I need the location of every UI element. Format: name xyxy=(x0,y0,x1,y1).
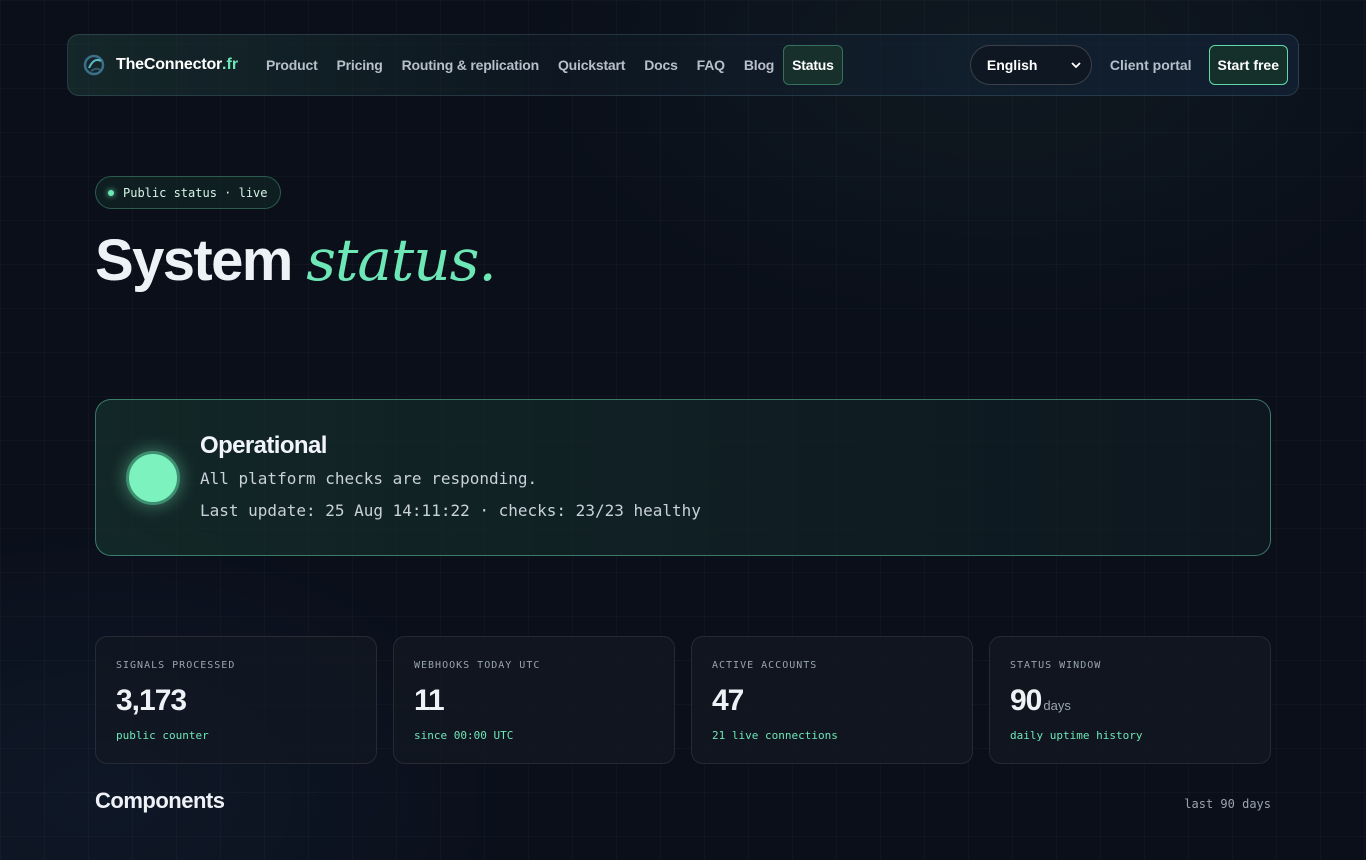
stat-card-signals: SIGNALS PROCESSED 3,173 public counter xyxy=(95,636,377,764)
stat-value: 47 xyxy=(712,684,744,718)
chevron-down-icon xyxy=(1071,62,1081,69)
stat-value: 11 xyxy=(414,684,445,718)
components-heading: Components xyxy=(95,788,225,813)
components-range: last 90 days xyxy=(1184,797,1271,811)
nav-item-pricing[interactable]: Pricing xyxy=(337,57,383,73)
nav-item-quickstart[interactable]: Quickstart xyxy=(558,57,625,73)
stat-note: public counter xyxy=(116,729,209,742)
client-portal-link[interactable]: Client portal xyxy=(1110,57,1192,73)
page-title: System status. xyxy=(95,226,497,294)
stat-unit: days xyxy=(1043,698,1071,713)
stat-number: 47 xyxy=(712,684,744,717)
stat-number: 3,173 xyxy=(116,684,187,717)
stat-card-window: STATUS WINDOW 90 days daily uptime histor… xyxy=(989,636,1271,764)
nav-item-routing-replication[interactable]: Routing & replication xyxy=(402,57,540,73)
language-select[interactable]: English xyxy=(969,45,1092,85)
nav-actions: English Client portal Start free xyxy=(969,45,1288,85)
stat-label: STATUS WINDOW xyxy=(1010,660,1102,671)
stat-number: 11 xyxy=(414,684,445,717)
status-title: Operational xyxy=(200,432,327,459)
status-indicator-icon xyxy=(126,451,180,505)
nav-item-faq[interactable]: FAQ xyxy=(697,57,725,73)
status-description: All platform checks are responding. xyxy=(200,469,538,488)
top-navigation: TheConnector .fr Product Pricing Routing … xyxy=(67,34,1299,96)
stat-note: since 00:00 UTC xyxy=(414,729,514,742)
status-last-update: Last update: 25 Aug 14:11:22 · checks: 2… xyxy=(200,501,701,520)
start-free-button[interactable]: Start free xyxy=(1208,45,1288,85)
stat-label: WEBHOOKS TODAY UTC xyxy=(414,660,541,671)
stat-value: 3,173 xyxy=(116,684,187,718)
nav-item-docs[interactable]: Docs xyxy=(644,57,678,73)
logo-icon xyxy=(83,54,105,76)
stat-label: ACTIVE ACCOUNTS xyxy=(712,660,818,671)
live-status-text: Public status · live xyxy=(123,185,268,200)
live-status-pill: Public status · live xyxy=(95,176,281,209)
brand[interactable]: TheConnector .fr xyxy=(82,53,238,77)
nav-item-blog[interactable]: Blog xyxy=(744,57,775,73)
stat-number: 90 xyxy=(1010,684,1042,717)
stat-label: SIGNALS PROCESSED xyxy=(116,660,236,671)
stat-card-webhooks: WEBHOOKS TODAY UTC 11 since 00:00 UTC xyxy=(393,636,675,764)
stats-grid: SIGNALS PROCESSED 3,173 public counter W… xyxy=(95,636,1271,764)
overall-status-card: Operational All platform checks are resp… xyxy=(95,399,1271,556)
nav-item-product[interactable]: Product xyxy=(266,57,318,73)
stat-value: 90 days xyxy=(1010,684,1071,718)
page-title-accent: status. xyxy=(306,226,497,294)
brand-tld: .fr xyxy=(222,56,239,73)
stat-card-accounts: ACTIVE ACCOUNTS 47 21 live connections xyxy=(691,636,973,764)
stat-note: daily uptime history xyxy=(1010,729,1143,742)
stat-note: 21 live connections xyxy=(712,729,838,742)
live-dot-icon xyxy=(108,189,114,196)
nav-menu: Product Pricing Routing & replication Qu… xyxy=(266,45,862,85)
nav-item-status[interactable]: Status xyxy=(783,45,843,85)
page-title-main: System xyxy=(95,228,307,293)
language-select-value: English xyxy=(986,57,1038,73)
brand-name: TheConnector xyxy=(116,56,223,73)
